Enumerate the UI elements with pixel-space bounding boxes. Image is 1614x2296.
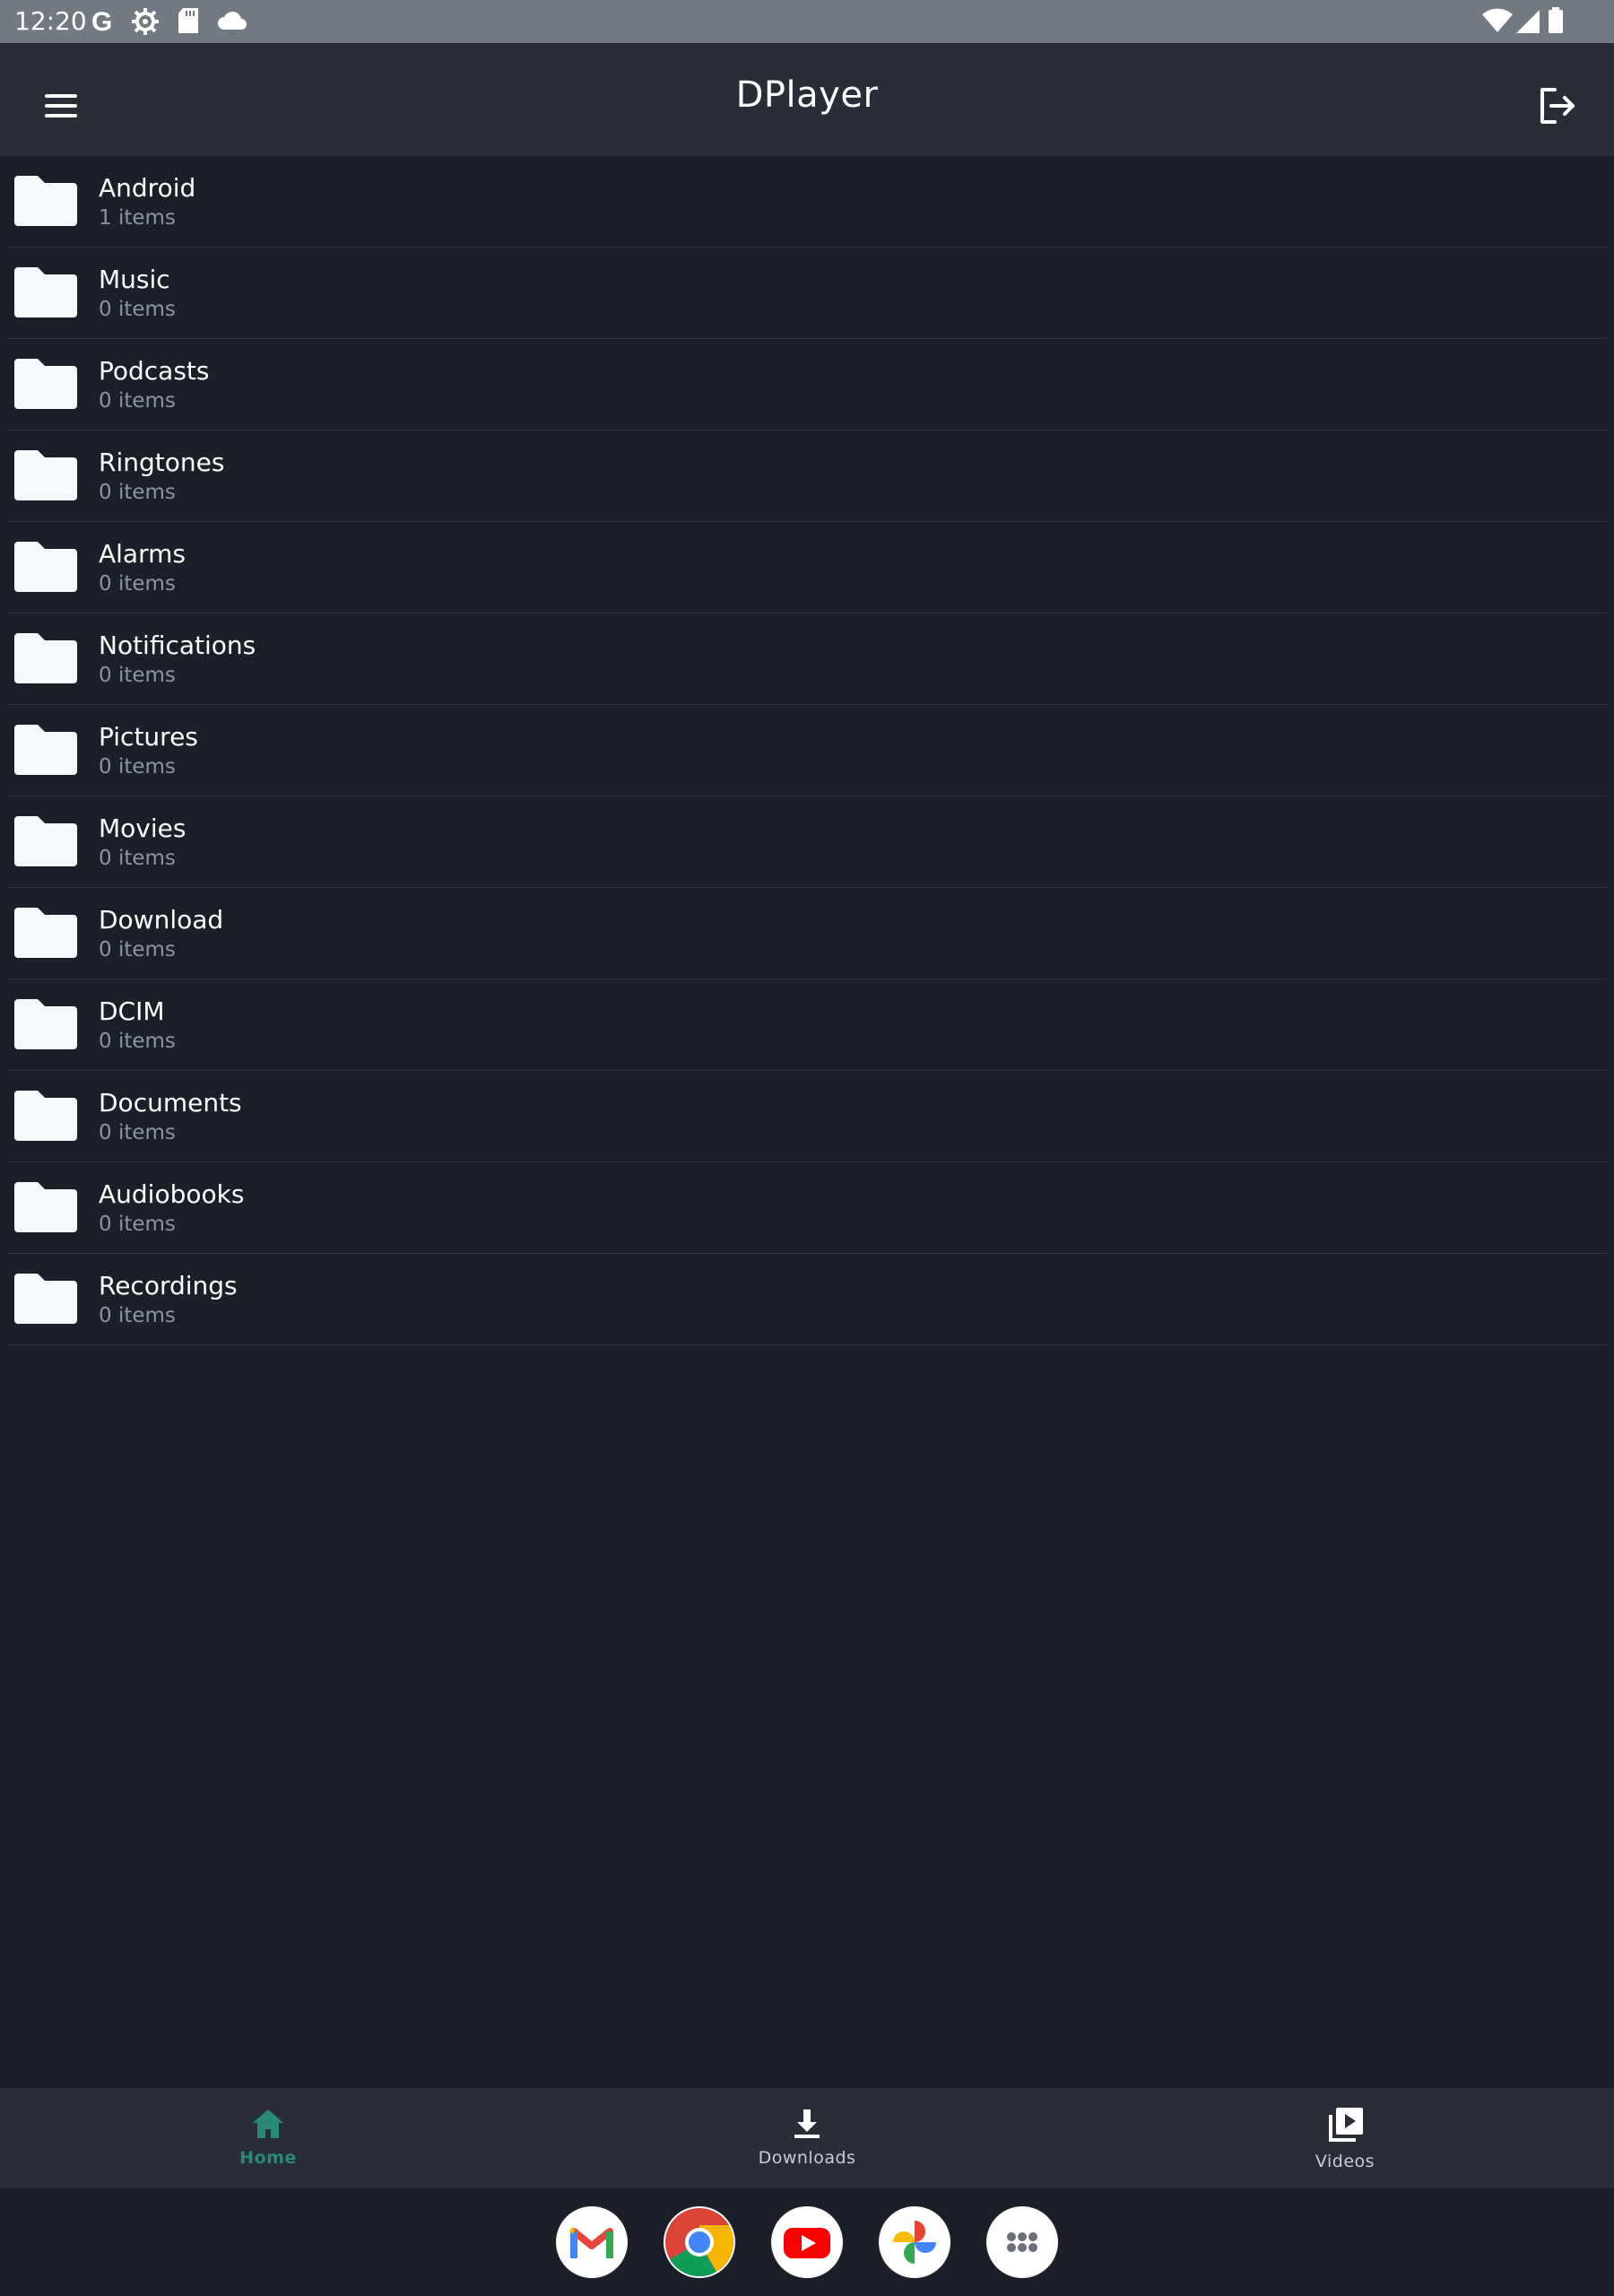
nav-videos[interactable]: Videos [1255,2088,1435,2188]
folder-icon [14,1272,77,1324]
folder-name: Alarms [99,539,186,569]
folder-row[interactable]: Pictures 0 items [7,705,1607,796]
app-bar: DPlayer [0,43,1614,156]
folder-item-count: 0 items [99,481,176,504]
folder-name: Movies [99,813,187,843]
folder-item-count: 0 items [99,298,176,321]
app-title: DPlayer [735,74,879,116]
folder-icon [14,997,77,1049]
folder-name: Download [99,905,224,935]
folder-name: Music [99,265,170,294]
settings-icon [131,7,160,39]
svg-text:G: G [91,7,112,34]
chrome-icon[interactable] [664,2206,735,2278]
battery-icon [1548,7,1564,38]
folder-row[interactable]: Movies 0 items [7,796,1607,888]
logout-icon[interactable] [1532,81,1582,131]
folder-icon [14,540,77,592]
folder-name: Recordings [99,1271,238,1300]
bottom-navigation: Home Downloads Videos [0,2088,1614,2188]
folder-icon [14,174,77,226]
folder-icon [14,814,77,866]
folder-list: Android 1 items Music 0 items Podcasts 0… [0,156,1614,1345]
app-drawer-icon[interactable] [986,2206,1058,2278]
folder-row[interactable]: Alarms 0 items [7,522,1607,613]
youtube-icon[interactable] [771,2206,843,2278]
folder-name: Ringtones [99,448,225,477]
wifi-icon [1481,7,1514,38]
folder-row[interactable]: Audiobooks 0 items [7,1162,1607,1254]
folder-item-count: 0 items [99,847,176,870]
folder-row[interactable]: Android 1 items [7,156,1607,248]
nav-downloads-label: Downloads [758,2148,856,2168]
nav-home-label: Home [239,2148,297,2168]
gmail-icon[interactable] [556,2206,628,2278]
folder-item-count: 0 items [99,1121,176,1144]
photos-icon[interactable] [879,2206,950,2278]
folder-icon [14,1089,77,1141]
folder-icon [14,448,77,500]
folder-icon [14,906,77,958]
folder-name: Podcasts [99,356,210,386]
folder-row[interactable]: Documents 0 items [7,1071,1607,1162]
folder-icon [14,631,77,683]
sd-card-icon [178,7,199,38]
folder-row[interactable]: Download 0 items [7,888,1607,979]
folder-item-count: 0 items [99,755,176,778]
folder-icon [14,723,77,775]
folder-row[interactable]: Podcasts 0 items [7,339,1607,430]
folder-item-count: 0 items [99,389,176,413]
folder-row[interactable]: Ringtones 0 items [7,430,1607,522]
launcher-dock [0,2188,1614,2296]
folder-item-count: 1 items [99,206,176,230]
folder-row[interactable]: Music 0 items [7,248,1607,339]
nav-videos-label: Videos [1315,2152,1375,2171]
status-bar: 12:20 G [0,0,1614,43]
folder-name: Audiobooks [99,1179,245,1209]
folder-row[interactable]: DCIM 0 items [7,979,1607,1071]
folder-name: Android [99,173,196,203]
cloud-icon [217,11,247,34]
nav-home[interactable]: Home [178,2088,358,2188]
folder-icon [14,357,77,409]
folder-row[interactable]: Recordings 0 items [7,1254,1607,1345]
folder-item-count: 0 items [99,1213,176,1236]
download-icon [794,2109,820,2138]
nav-downloads[interactable]: Downloads [717,2088,897,2188]
folder-name: DCIM [99,996,165,1026]
home-icon [253,2109,283,2138]
video-library-icon [1329,2108,1363,2142]
status-time: 12:20 [14,6,87,36]
folder-item-count: 0 items [99,572,176,596]
cellular-signal-icon [1515,7,1540,38]
folder-item-count: 0 items [99,1030,176,1053]
folder-icon [14,265,77,317]
folder-item-count: 0 items [99,1304,176,1327]
folder-item-count: 0 items [99,664,176,687]
folder-item-count: 0 items [99,938,176,961]
folder-name: Documents [99,1088,242,1118]
folder-row[interactable]: Notifications 0 items [7,613,1607,705]
folder-name: Pictures [99,722,198,752]
folder-name: Notifications [99,631,256,660]
google-icon: G [90,7,117,38]
folder-icon [14,1180,77,1232]
